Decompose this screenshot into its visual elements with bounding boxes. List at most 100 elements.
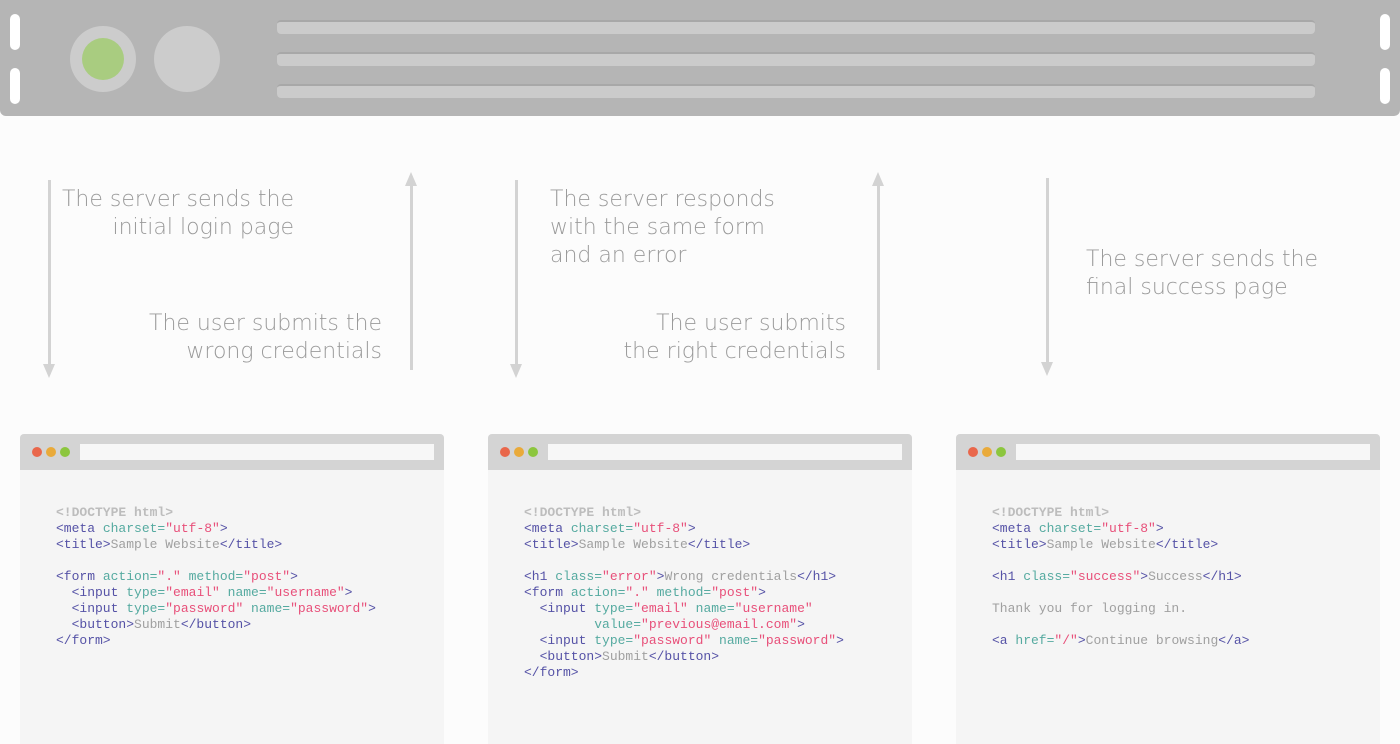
rack-handle xyxy=(1380,14,1390,50)
rack-handle xyxy=(10,68,20,104)
code-block: <!DOCTYPE html> <meta charset="utf-8"> <ti… xyxy=(56,505,376,649)
code-line: <!DOCTYPE html> xyxy=(56,505,376,521)
code-token-str: "utf-8" xyxy=(165,521,220,536)
status-indicator xyxy=(154,26,220,92)
code-token-attr: name= xyxy=(687,601,735,616)
code-token-str: "email" xyxy=(633,601,688,616)
code-token-tag: > xyxy=(758,585,766,600)
code-token-tag: <h1 xyxy=(992,569,1024,584)
code-line: <h1 class="success">Success</h1> xyxy=(992,569,1249,585)
code-token-tag: > xyxy=(1155,521,1164,536)
label-line: wrong credentials xyxy=(186,339,382,364)
drive-slot xyxy=(277,84,1315,98)
code-token-txt: Sample Website xyxy=(578,537,688,552)
code-token-attr: charset= xyxy=(102,521,166,536)
label-right-credentials: The user submits the right credentials xyxy=(624,310,846,366)
code-line: <title>Sample Website</title> xyxy=(524,537,844,553)
browser-toolbar xyxy=(956,434,1380,470)
code-line: Thank you for logging in. xyxy=(992,601,1249,617)
code-line: <title>Sample Website</title> xyxy=(56,537,376,553)
close-dot-icon xyxy=(500,447,510,457)
code-line: <meta charset="utf-8"> xyxy=(524,521,844,537)
code-token-tag: </button> xyxy=(180,617,252,632)
code-line: <!DOCTYPE html> xyxy=(524,505,844,521)
label-success-page: The server sends the final success page xyxy=(1086,246,1318,302)
label-line: the right credentials xyxy=(623,339,846,364)
code-token-attr: charset= xyxy=(570,521,634,536)
code-token-txt: Wrong credentials xyxy=(664,569,798,584)
browser-login-page: <!DOCTYPE html> <meta charset="utf-8"> <ti… xyxy=(20,434,444,744)
label-line: The user submits the xyxy=(149,311,382,336)
code-token-tag: </button> xyxy=(648,649,720,664)
code-token-tag: > xyxy=(344,585,353,600)
code-line: <form action="." method="post"> xyxy=(524,585,844,601)
code-token-doc: <!DOCTYPE html> xyxy=(992,505,1110,520)
code-token-tag: <title> xyxy=(992,537,1047,552)
code-line: <!DOCTYPE html> xyxy=(992,505,1249,521)
code-token-attr: value= xyxy=(524,617,642,632)
close-dot-icon xyxy=(968,447,978,457)
code-line: <input type="password" name="password"> xyxy=(524,633,844,649)
code-token-str: "utf-8" xyxy=(633,521,688,536)
code-line: <a href="/">Continue browsing</a> xyxy=(992,633,1249,649)
code-token-tag: <button> xyxy=(56,617,135,632)
code-token-attr: href= xyxy=(1015,633,1055,648)
maximize-dot-icon xyxy=(528,447,538,457)
code-token-str: "password" xyxy=(633,633,712,648)
code-token-tag: > xyxy=(219,521,228,536)
label-line: and an error xyxy=(550,243,687,268)
code-token-str: "username" xyxy=(266,585,345,600)
browser-toolbar xyxy=(488,434,912,470)
rack-handle xyxy=(1380,68,1390,104)
code-token-tag: <h1 xyxy=(524,569,556,584)
close-dot-icon xyxy=(32,447,42,457)
code-token-str: "password" xyxy=(290,601,369,616)
label-line: initial login page xyxy=(112,215,295,240)
code-token-tag: </a> xyxy=(1218,633,1250,648)
code-token-str: "post" xyxy=(711,585,759,600)
code-token-str: "post" xyxy=(243,569,291,584)
code-block: <!DOCTYPE html> <meta charset="utf-8"> <ti… xyxy=(992,505,1249,649)
browser-error-page: <!DOCTYPE html> <meta charset="utf-8"> <ti… xyxy=(488,434,912,744)
address-bar xyxy=(1016,444,1370,460)
code-line: </form> xyxy=(56,633,376,649)
code-token-str: "." xyxy=(157,569,181,584)
code-token-tag: <form xyxy=(56,569,103,584)
green-led xyxy=(82,38,124,80)
code-token-attr: name= xyxy=(219,585,267,600)
code-token-attr: method= xyxy=(648,585,712,600)
label-wrong-credentials: The user submits the wrong credentials xyxy=(149,310,382,366)
arrow-down-icon xyxy=(510,180,522,378)
code-token-txt: Submit xyxy=(602,649,649,664)
code-token-doc: <!DOCTYPE html> xyxy=(524,505,642,520)
drive-slot xyxy=(277,52,1315,66)
code-token-str: "error" xyxy=(602,569,657,584)
code-token-tag: > xyxy=(368,601,376,616)
code-token-tag: </form> xyxy=(56,633,111,648)
code-token-txt: Sample Website xyxy=(110,537,220,552)
code-line: <input type="email" name="username"> xyxy=(56,585,376,601)
power-indicator xyxy=(70,26,136,92)
code-token-txt: Thank you for logging in. xyxy=(992,601,1188,616)
code-token-tag: <title> xyxy=(56,537,111,552)
code-token-str: "utf-8" xyxy=(1101,521,1156,536)
code-token-str: "email" xyxy=(165,585,220,600)
code-token-attr: type= xyxy=(594,601,634,616)
arrow-up-icon xyxy=(872,172,884,370)
code-line: <button>Submit</button> xyxy=(524,649,844,665)
label-line: The server sends the xyxy=(1086,247,1319,272)
code-token-attr: type= xyxy=(126,601,166,616)
browser-toolbar xyxy=(20,434,444,470)
code-token-attr: class= xyxy=(1023,569,1071,584)
rack-handle xyxy=(10,14,20,50)
code-line: <meta charset="utf-8"> xyxy=(992,521,1249,537)
minimize-dot-icon xyxy=(46,447,56,457)
label-line: The server responds xyxy=(550,187,775,212)
code-token-attr: name= xyxy=(711,633,759,648)
label-line: final success page xyxy=(1086,275,1288,300)
code-token-attr: charset= xyxy=(1038,521,1102,536)
